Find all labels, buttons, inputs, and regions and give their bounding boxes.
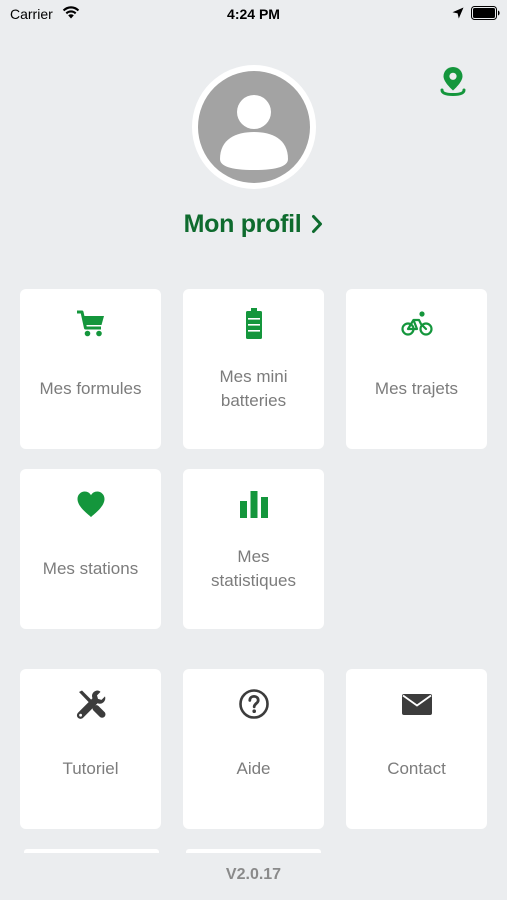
app-version: V2.0.17 [225,866,282,883]
tile-label: Aide [236,759,271,778]
tile-label: Contact [387,759,446,778]
tile-mes-mini-batteries[interactable]: Mes mini batteries [183,289,324,449]
bar-chart-icon [239,491,268,518]
battery-icon [245,308,262,339]
tile-tutoriel[interactable]: Tutoriel [20,669,161,829]
bicycle-icon [400,311,433,336]
location-arrow-icon [452,7,464,19]
profile-title: Mon profil [183,209,302,238]
map-pin-icon [440,67,466,96]
tile-aide[interactable]: Aide [183,669,324,829]
tile-mes-formules[interactable]: Mes formules [20,289,161,449]
help-circle-icon [238,689,269,719]
tile-label: Tutoriel [62,759,119,778]
cart-icon [76,310,104,337]
tile-label: Mes trajets [374,379,459,398]
avatar[interactable] [192,65,316,189]
user-avatar-icon [198,71,310,183]
tile-label: Mes mini batteries [219,367,288,410]
tile-label: Mes stations [42,559,139,578]
tile-next-row-middle[interactable] [186,849,321,853]
tools-icon [76,690,105,719]
battery-icon [471,6,500,20]
tile-label: Mes statistiques [210,547,297,590]
tile-mes-trajets[interactable]: Mes trajets [346,289,487,449]
map-pin-button[interactable] [436,64,470,98]
tile-next-row-left[interactable] [24,849,159,853]
tile-label: Mes formules [39,379,142,398]
envelope-icon [401,694,432,715]
heart-icon [77,491,104,517]
tile-mes-stations[interactable]: Mes stations [20,469,161,629]
tile-contact[interactable]: Contact [346,669,487,829]
status-time: 4:24 PM [227,6,280,22]
profile-link[interactable]: Mon profil [0,204,507,244]
tile-mes-statistiques[interactable]: Mes statistiques [183,469,324,629]
chevron-right-icon [312,215,323,233]
status-bar: Carrier 4:24 PM [0,0,507,28]
